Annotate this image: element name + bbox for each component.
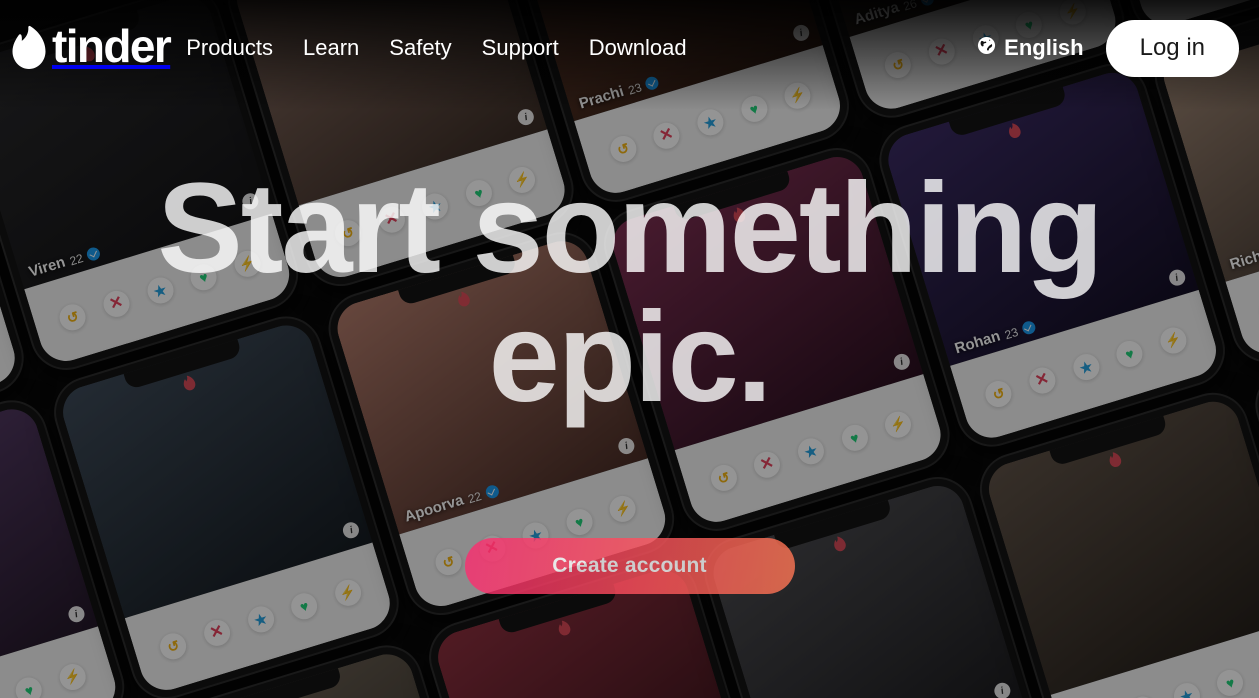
tinder-logo-home-link[interactable]: tinder xyxy=(8,20,172,72)
nav-link-learn[interactable]: Learn xyxy=(303,35,359,61)
nav-link-products[interactable]: Products xyxy=(186,35,273,61)
create-account-button[interactable]: Create account xyxy=(464,538,795,594)
nav-link-safety[interactable]: Safety xyxy=(389,35,451,61)
tinder-landing-page: ashi21i↺✕★♥⚡Viren22i↺✕★♥⚡i↺✕★♥⚡Prachi23i… xyxy=(0,0,1259,698)
primary-nav-links: Products Learn Safety Support Download xyxy=(186,35,686,61)
cta-container: Create account xyxy=(0,538,1259,594)
nav-link-support[interactable]: Support xyxy=(482,35,559,61)
nav-right-cluster: English Log in xyxy=(977,19,1239,77)
language-label: English xyxy=(1004,35,1084,60)
nav-link-download[interactable]: Download xyxy=(589,35,687,61)
language-selector[interactable]: English xyxy=(977,35,1084,61)
tinder-wordmark: tinder xyxy=(52,20,172,72)
log-in-button[interactable]: Log in xyxy=(1105,19,1239,77)
globe-icon xyxy=(977,35,996,61)
top-navigation-bar: tinder Products Learn Safety Support Dow… xyxy=(0,0,1259,96)
flame-icon xyxy=(8,25,48,71)
